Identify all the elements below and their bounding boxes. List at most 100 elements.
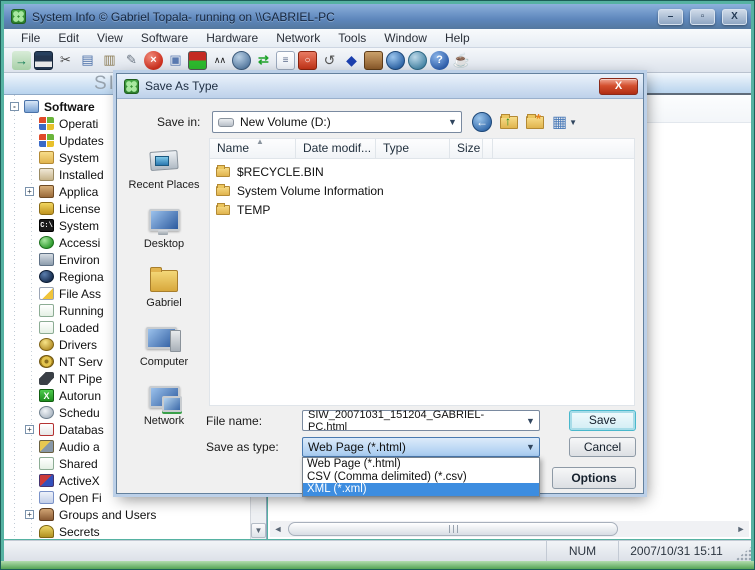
place-computer[interactable]: Computer — [140, 325, 188, 368]
tree-item-icon — [39, 134, 54, 147]
places-bar: Recent Places Desktop Gabriel Co — [123, 140, 205, 427]
help-icon[interactable]: ? — [430, 51, 449, 70]
place-gabriel[interactable]: Gabriel — [146, 266, 182, 309]
toolbar: → ✂ ▤ ▥ ✎ × ▣ ∧∧ ⇄ ≡ ○ ↺ ◆ — [4, 48, 751, 73]
save-in-combobox[interactable]: New Volume (D:) ▼ — [212, 111, 462, 133]
tree-item-icon — [39, 270, 54, 283]
options-button[interactable]: Options — [552, 467, 636, 489]
tree-item-label: Regiona — [59, 270, 104, 284]
tree-item-icon — [39, 457, 54, 470]
tree-item-label: Shared — [59, 457, 98, 471]
tree-item-icon — [39, 389, 54, 402]
dialog-title: Save As Type — [145, 79, 218, 93]
close-button[interactable]: X — [722, 9, 747, 25]
new-folder-button[interactable]: * — [526, 116, 544, 129]
dialog-body: Save in: New Volume (D:) ▼ ← ↑ * ▦ ▼ — [117, 100, 643, 493]
network-globe-icon[interactable] — [408, 51, 427, 70]
menu-item[interactable]: View — [88, 29, 132, 47]
views-grid-icon: ▦ — [552, 112, 567, 132]
scroll-left-icon[interactable]: ◄ — [270, 522, 286, 537]
menu-item[interactable]: Software — [132, 29, 197, 47]
resize-grip[interactable] — [734, 547, 751, 561]
graph-icon[interactable]: ∧∧ — [210, 51, 229, 70]
place-desktop[interactable]: Desktop — [144, 207, 184, 250]
file-name: TEMP — [237, 203, 270, 217]
file-row[interactable]: $RECYCLE.BIN — [210, 162, 634, 181]
stop-square-icon[interactable]: ○ — [298, 51, 317, 70]
toolbox-icon[interactable] — [364, 51, 383, 70]
place-recent-places[interactable]: Recent Places — [129, 148, 200, 191]
tree-item[interactable]: Secrets — [4, 523, 250, 539]
teapot-icon[interactable]: ☕ — [452, 51, 471, 70]
save-icon[interactable] — [34, 51, 53, 70]
column-header[interactable]: Name▲ — [210, 139, 296, 158]
type-option[interactable]: Web Page (*.html) — [303, 458, 539, 471]
tree-item-label: NT Pipe — [59, 372, 102, 386]
menu-item[interactable]: Window — [375, 29, 436, 47]
refresh-icon[interactable]: ⇄ — [254, 51, 273, 70]
menu-item[interactable]: Network — [267, 29, 329, 47]
scrollbar-thumb[interactable] — [288, 522, 618, 536]
scroll-down-icon[interactable]: ▼ — [251, 523, 266, 538]
column-header[interactable]: Size — [450, 139, 483, 158]
tree-expander[interactable]: - — [10, 102, 19, 111]
column-header[interactable] — [483, 139, 493, 158]
tree-item-label: System — [59, 219, 99, 233]
app-logo-icon — [11, 9, 26, 24]
stop-icon[interactable]: × — [144, 51, 163, 70]
memory-icon[interactable] — [188, 51, 207, 70]
horizontal-scrollbar[interactable]: ◄ ► — [270, 521, 749, 537]
type-option[interactable]: CSV (Comma delimited) (*.csv) — [303, 471, 539, 484]
place-icon — [146, 266, 182, 294]
menu-item[interactable]: Help — [436, 29, 479, 47]
file-name-dropdown-icon[interactable]: ▼ — [522, 416, 539, 426]
tree-item[interactable]: + Groups and Users — [4, 506, 250, 523]
menu-item[interactable]: Hardware — [197, 29, 267, 47]
file-name-combobox[interactable]: SIW_20071031_151204_GABRIEL-PC.html ▼ — [302, 410, 540, 431]
tree-item-label: Schedu — [59, 406, 100, 420]
tree-expander[interactable]: + — [25, 425, 34, 434]
column-header[interactable]: Type — [376, 139, 450, 158]
tree-item-icon — [39, 117, 54, 130]
maximize-button[interactable]: ▫ — [690, 9, 715, 25]
tree-expander[interactable]: + — [25, 510, 34, 519]
print-icon[interactable]: ✎ — [122, 51, 141, 70]
scroll-right-icon[interactable]: ► — [733, 522, 749, 537]
tree-item-icon — [39, 321, 54, 334]
tree-item-label: Open Fi — [59, 491, 102, 505]
tree-expander[interactable]: + — [25, 187, 34, 196]
dialog-close-button[interactable]: X — [599, 78, 638, 95]
menu-item[interactable]: File — [12, 29, 49, 47]
menu-item[interactable]: Tools — [329, 29, 375, 47]
file-row[interactable]: System Volume Information — [210, 181, 634, 200]
minimize-button[interactable]: – — [658, 9, 683, 25]
cancel-button[interactable]: Cancel — [569, 437, 636, 457]
column-header[interactable]: Date modif... — [296, 139, 376, 158]
dialog-title-bar[interactable]: Save As Type X — [117, 74, 643, 99]
type-option[interactable]: XML (*.xml) — [303, 483, 539, 496]
cut-icon[interactable]: ✂ — [56, 51, 75, 70]
back-button[interactable]: ← — [472, 112, 492, 132]
copy-icon[interactable]: ▤ — [78, 51, 97, 70]
save-button[interactable]: Save — [569, 410, 636, 431]
tree-item-label: Running — [59, 304, 104, 318]
document-icon[interactable]: ≡ — [276, 51, 295, 70]
combo-dropdown-icon[interactable]: ▼ — [444, 117, 461, 127]
save-as-type-combobox[interactable]: Web Page (*.html) ▼ — [302, 437, 540, 457]
views-menu-button[interactable]: ▦ ▼ — [552, 112, 577, 132]
paste-icon[interactable]: ▥ — [100, 51, 119, 70]
globe-icon[interactable] — [232, 51, 251, 70]
save-as-dialog: Save As Type X Save in: New Volume (D:) … — [116, 73, 644, 494]
save-as-type-dropdown-icon[interactable]: ▼ — [522, 442, 539, 452]
exit-icon[interactable]: → — [12, 51, 31, 70]
up-one-level-button[interactable]: ↑ — [500, 116, 518, 129]
web-icon[interactable] — [386, 51, 405, 70]
shield-icon[interactable]: ◆ — [342, 51, 361, 70]
file-row[interactable]: TEMP — [210, 200, 634, 219]
file-list: Name▲ Date modif... Type Size — [209, 138, 635, 406]
menu-item[interactable]: Edit — [49, 29, 88, 47]
drive-icon — [218, 118, 234, 127]
undo-icon[interactable]: ↺ — [320, 51, 339, 70]
place-network[interactable]: Network — [144, 384, 184, 427]
report-icon[interactable]: ▣ — [166, 51, 185, 70]
